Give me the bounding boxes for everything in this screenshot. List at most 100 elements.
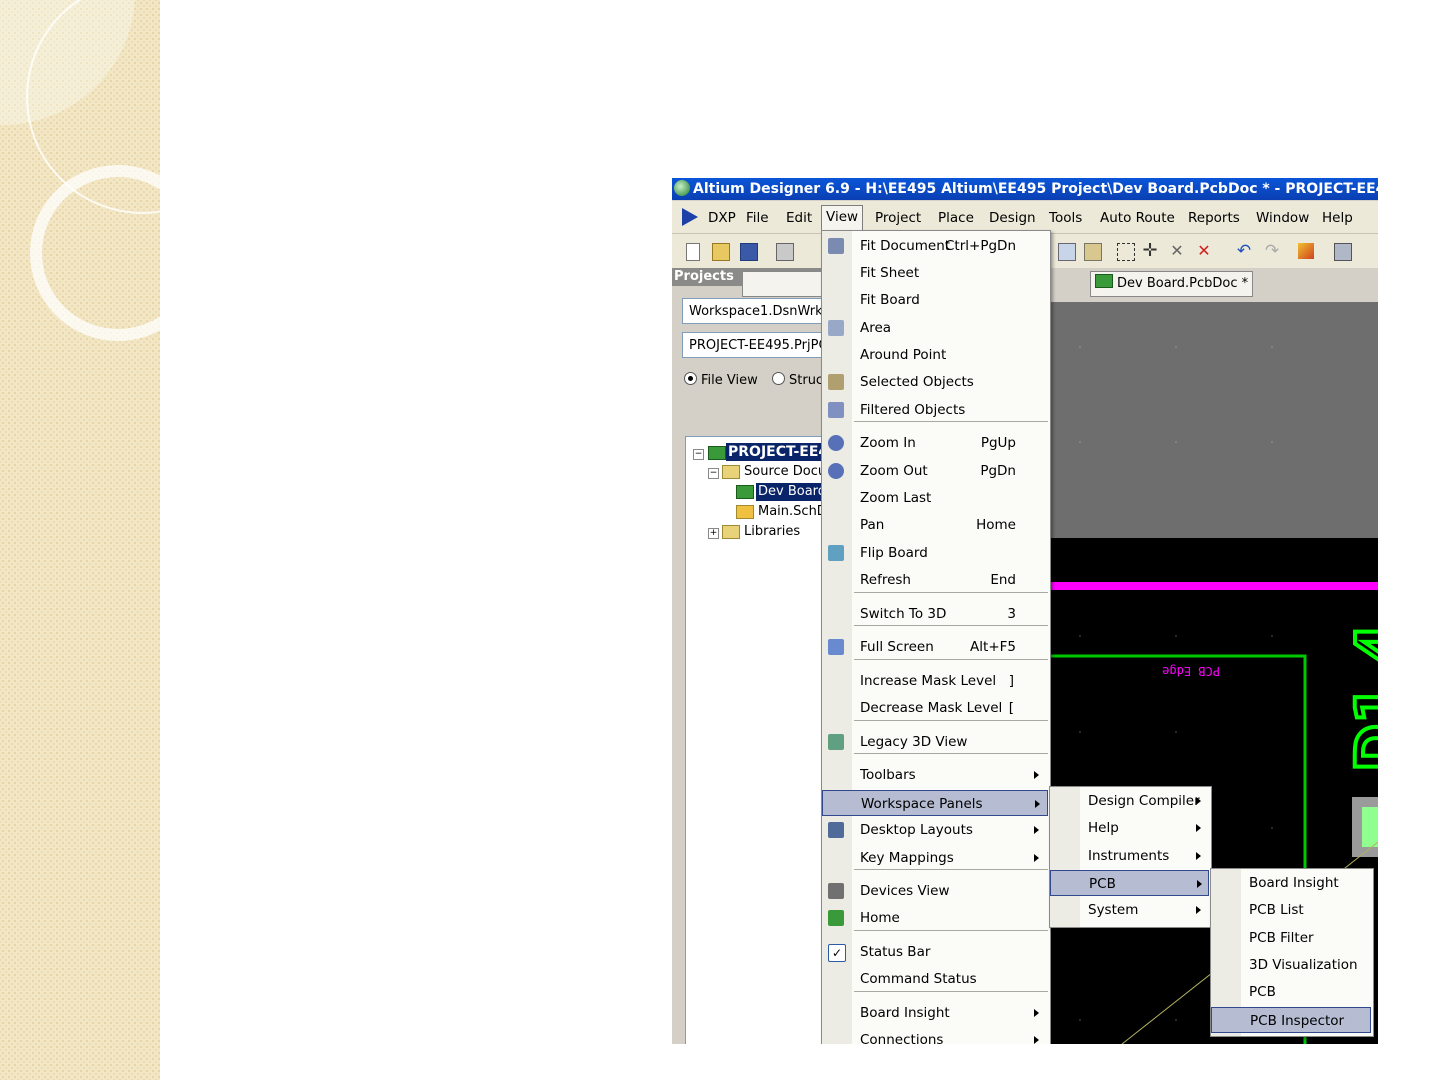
view-menu-item-fit-board[interactable]: Fit Board [822,287,1048,313]
view-menu-item-zoom-in[interactable]: Zoom In PgUp [822,430,1048,456]
undo-icon[interactable]: ↶ [1236,243,1252,260]
dxp-icon [682,208,698,226]
view-menu-item-workspace-panels[interactable]: Workspace Panels [822,790,1048,816]
workspace-panels-item-design-compiler[interactable]: Design Compiler [1050,788,1209,814]
clear-icon[interactable]: ✕ [1196,243,1212,259]
view-menu-item-around-point[interactable]: Around Point [822,342,1048,368]
view-menu-item-board-insight[interactable]: Board Insight [822,1000,1048,1026]
view-menu-item-home[interactable]: Home [822,905,1048,931]
view-menu-item-connections[interactable]: Connections [822,1027,1048,1044]
view-menu-item-key-mappings[interactable]: Key Mappings [822,845,1048,871]
highlight-icon[interactable] [1298,243,1314,259]
folder-icon [722,525,740,539]
view-menu-item-legacy-3d-view[interactable]: Legacy 3D View [822,729,1048,755]
view-menu-item-devices-view[interactable]: Devices View [822,878,1048,904]
submenu-arrow-icon [1197,880,1202,888]
save-icon[interactable] [740,243,758,261]
view-menu-item-zoom-out[interactable]: Zoom Out PgDn [822,458,1048,484]
view-menu-item-flip-board[interactable]: Flip Board [822,540,1048,566]
move-icon[interactable]: ✛ [1142,242,1158,260]
view-menu-icon [828,822,844,838]
altium-logo-icon [674,180,690,196]
view-menu-item-toolbars[interactable]: Toolbars [822,762,1048,788]
pcb-panel-item-pcb-filter[interactable]: PCB Filter [1211,925,1371,951]
menu-window[interactable]: Window [1252,207,1313,229]
expand-icon[interactable]: + [708,528,719,539]
schematic-doc-icon [736,505,754,519]
deselect-icon[interactable]: ✕ [1169,243,1185,259]
pcb-panel-item-pcb[interactable]: PCB [1211,979,1371,1005]
project-tree: − PROJECT-EE495.PrjPCB − Source Document… [685,436,909,1044]
view-menu-item-area[interactable]: Area [822,315,1048,341]
view-menu-item-decrease-mask-level[interactable]: Decrease Mask Level[ [822,695,1048,721]
view-menu-icon [828,435,844,451]
view-menu-item-status-bar[interactable]: ✓ Status Bar [822,939,1048,965]
menu-dxp[interactable]: DXP [704,207,740,229]
view-menu-icon [828,883,844,899]
workspace-panels-item-pcb[interactable]: PCB [1050,870,1209,896]
slide-decoration [0,0,160,1080]
collapse-icon[interactable]: − [693,449,704,460]
view-menu-icon [828,910,844,926]
menu-place[interactable]: Place [934,207,978,229]
view-menu-item-selected-objects[interactable]: Selected Objects [822,369,1048,395]
submenu-arrow-icon [1034,1036,1039,1044]
menu-tools[interactable]: Tools [1045,207,1086,229]
pcb-submenu: Board Insight PCB List PCB Filter 3D Visual… [1210,868,1374,1037]
view-menu-icon [828,374,844,390]
menu-design[interactable]: Design [985,207,1040,229]
workspace-panels-item-help[interactable]: Help [1050,815,1209,841]
menu-file[interactable]: File [742,207,773,229]
view-menu-item-command-status[interactable]: Command Status [822,966,1048,992]
redo-icon[interactable]: ↷ [1264,243,1280,260]
pcb-pad-inner [1362,807,1378,847]
view-menu-icon [828,545,844,561]
view-menu-icon [828,463,844,479]
menu-edit[interactable]: Edit [782,207,816,229]
select-area-icon[interactable] [1117,243,1135,261]
view-menu-item-fit-sheet[interactable]: Fit Sheet [822,260,1048,286]
view-menu-item-filtered-objects[interactable]: Filtered Objects [822,397,1048,423]
view-menu-item-refresh[interactable]: Refresh End [822,567,1048,593]
submenu-arrow-icon [1034,826,1039,834]
menu-project[interactable]: Project [871,207,925,229]
workspace-combo[interactable]: Workspace1.DsnWrk [682,298,822,324]
menu-auto-route[interactable]: Auto Route [1096,207,1179,229]
menu-reports[interactable]: Reports [1184,207,1244,229]
paste-icon[interactable] [1084,243,1102,261]
pcb-designator: D1 4 [1343,623,1378,772]
view-menu: Fit Document Ctrl+PgDn Fit Sheet Fit Board A… [821,230,1051,1044]
pcb-panel-item-pcb-inspector[interactable]: PCB Inspector [1211,1007,1371,1033]
project-combo[interactable]: PROJECT-EE495.PrjPCB [682,332,822,358]
pcb-panel-item-pcb-list[interactable]: PCB List [1211,897,1371,923]
altium-screenshot: Altium Designer 6.9 - H:\EE495 Altium\EE… [672,178,1378,1044]
view-menu-item-switch-to-3d[interactable]: Switch To 3D 3 [822,601,1048,627]
menu-help[interactable]: Help [1318,207,1357,229]
open-folder-icon[interactable] [712,243,730,261]
tree-libraries[interactable]: Libraries [744,523,800,541]
view-menu-icon [828,402,844,418]
view-menu-item-pan[interactable]: Pan Home [822,512,1048,538]
view-menu-item-desktop-layouts[interactable]: Desktop Layouts [822,817,1048,843]
print-icon[interactable] [776,243,794,261]
view-menu-item-increase-mask-level[interactable]: Increase Mask Level] [822,668,1048,694]
copy-icon[interactable] [1058,243,1076,261]
browse-icon[interactable] [1334,243,1352,261]
pcb-panel-item-board-insight[interactable]: Board Insight [1211,870,1371,896]
view-menu-item-full-screen[interactable]: Full Screen Alt+F5 [822,634,1048,660]
tab-dev-board[interactable]: Dev Board.PcbDoc * [1090,271,1254,297]
radio-file-view[interactable]: File View [684,372,758,388]
collapse-icon[interactable]: − [708,468,719,479]
pcb-panel-item-3d-visualization[interactable]: 3D Visualization [1211,952,1371,978]
workspace-panels-item-instruments[interactable]: Instruments [1050,843,1209,869]
view-menu-icon: ✓ [828,944,846,962]
decor-ring-thick [30,165,160,341]
submenu-arrow-icon [1035,800,1040,808]
submenu-arrow-icon [1196,824,1201,832]
new-file-icon[interactable] [686,243,700,261]
workspace-panels-item-system[interactable]: System [1050,897,1209,923]
submenu-arrow-icon [1034,1009,1039,1017]
view-menu-item-fit-document[interactable]: Fit Document Ctrl+PgDn [822,233,1048,259]
view-menu-icon [828,639,844,655]
view-menu-item-zoom-last[interactable]: Zoom Last [822,485,1048,511]
